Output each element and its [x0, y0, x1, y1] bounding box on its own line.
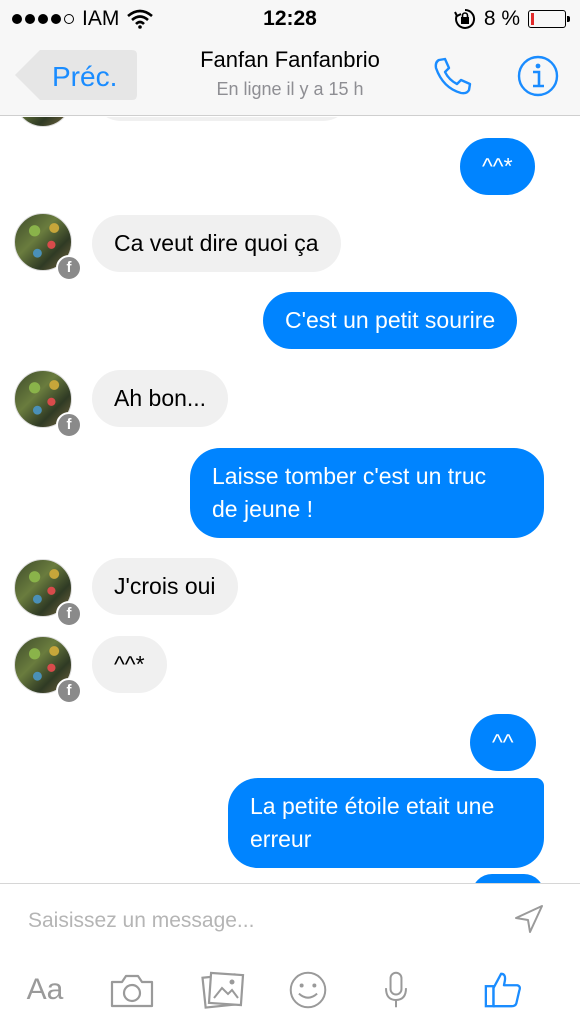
contact-avatar[interactable]: f — [14, 370, 82, 438]
message-bubble-incoming[interactable]: Ah bon... — [92, 370, 229, 427]
camera-icon[interactable] — [108, 970, 156, 1010]
conversation-header: Préc. Fanfan Fanfanbrio En ligne il y a … — [0, 38, 580, 116]
battery-percent: 8 % — [483, 7, 520, 30]
message-bubble-outgoing[interactable]: C'est un petit sourire — [263, 292, 518, 349]
message-bubble-outgoing[interactable]: La petite étoile etait une erreur — [228, 778, 544, 868]
send-icon[interactable] — [512, 902, 546, 936]
facebook-badge-icon: f — [56, 601, 82, 627]
message-bubble-partial — [472, 874, 544, 883]
message-bubble-incoming[interactable]: ^^* — [92, 636, 167, 693]
info-icon[interactable] — [516, 54, 560, 98]
contact-avatar[interactable]: f — [14, 636, 82, 704]
text-format-icon[interactable]: Aa — [22, 970, 68, 1010]
message-composer: Aa — [0, 883, 580, 1029]
message-bubble-outgoing[interactable]: Laisse tomber c'est un truc de jeune ! — [190, 448, 544, 538]
battery-area: 8 % — [453, 7, 570, 31]
status-bar: IAM 12:28 8 % — [0, 0, 580, 38]
thumbs-up-icon[interactable] — [482, 970, 524, 1010]
contact-avatar[interactable] — [14, 117, 72, 127]
contact-avatar[interactable]: f — [14, 213, 82, 281]
avatar-photo — [14, 117, 72, 127]
emoji-icon[interactable] — [286, 970, 330, 1010]
rotation-lock-icon — [453, 8, 475, 29]
photo-gallery-icon[interactable] — [198, 970, 246, 1010]
battery-icon — [528, 10, 570, 28]
message-bubble-outgoing[interactable]: ^^* — [460, 138, 535, 195]
message-bubble-partial — [92, 117, 352, 121]
presence-status: En ligne il y a 15 h — [216, 79, 364, 99]
facebook-badge-icon: f — [56, 255, 82, 281]
message-bubble-incoming[interactable]: Ca veut dire quoi ça — [92, 215, 341, 272]
message-line: de jeune ! — [212, 496, 314, 522]
contact-name[interactable]: Fanfan Fanfanbrio — [0, 47, 580, 73]
message-line: erreur — [250, 826, 312, 852]
microphone-icon[interactable] — [380, 970, 412, 1010]
facebook-badge-icon: f — [56, 678, 82, 704]
message-bubble-incoming[interactable]: J'crois oui — [92, 558, 238, 615]
contact-avatar[interactable]: f — [14, 559, 82, 627]
phone-call-icon[interactable] — [430, 54, 474, 98]
facebook-badge-icon: f — [56, 412, 82, 438]
message-list[interactable]: ^^* f Ca veut dire quoi ça C'est un peti… — [0, 117, 580, 883]
message-input[interactable] — [28, 904, 488, 938]
message-line: Laisse tomber c'est un truc — [212, 463, 487, 489]
message-line: La petite étoile etait une — [250, 793, 495, 819]
message-bubble-outgoing[interactable]: ^^ — [470, 714, 536, 771]
